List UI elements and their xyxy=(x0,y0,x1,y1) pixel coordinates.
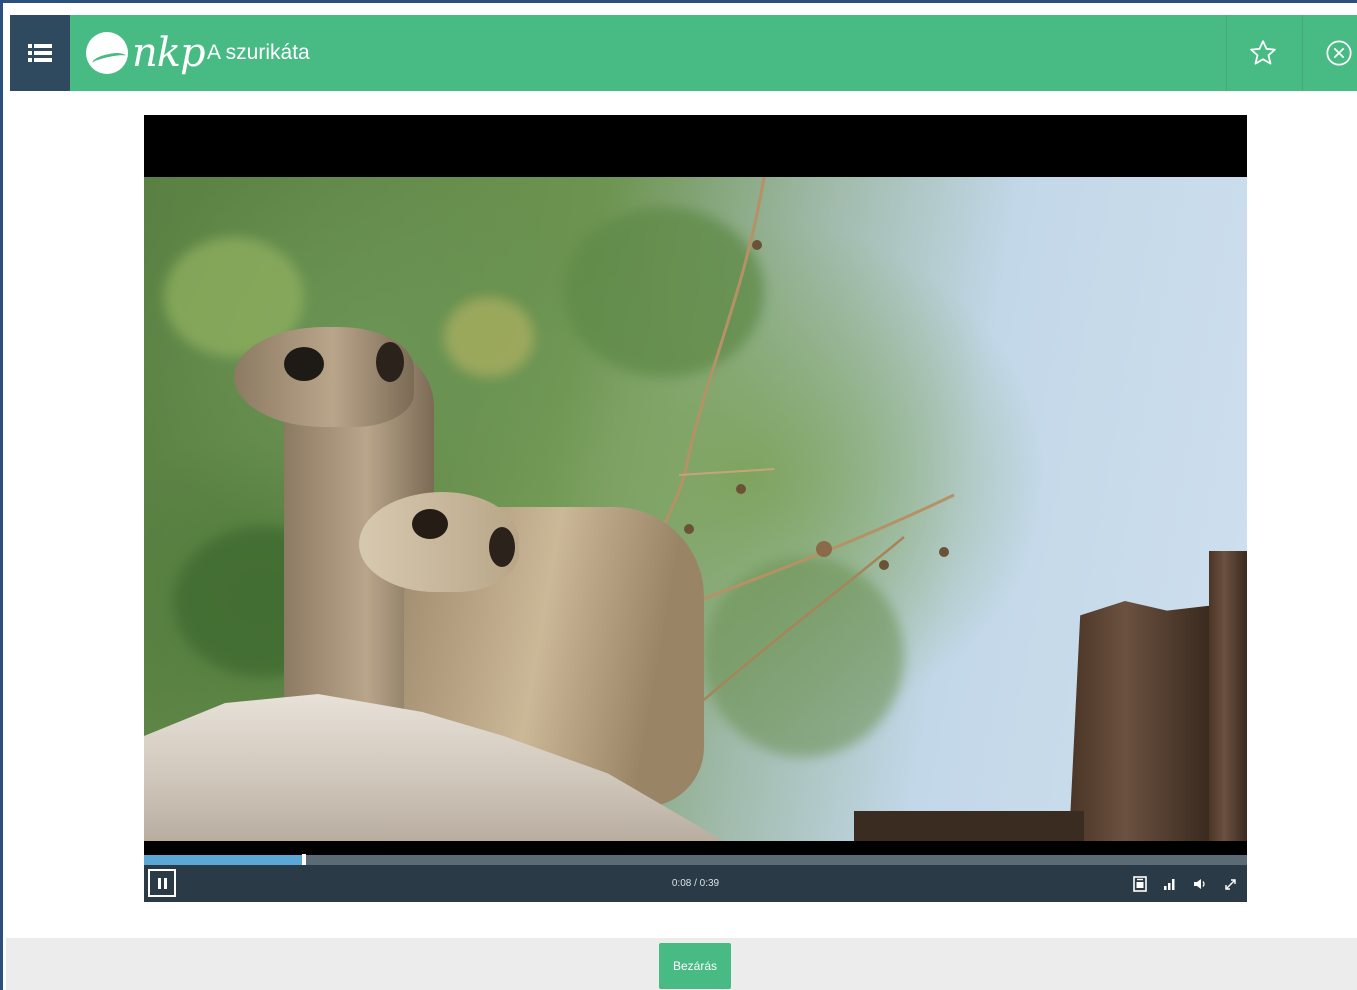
volume-button[interactable] xyxy=(1189,873,1211,895)
meerkat-eye-patch xyxy=(412,509,448,539)
nkp-logo[interactable]: nkp xyxy=(86,29,206,77)
meerkat-eye-patch xyxy=(284,347,324,381)
circle-x-icon xyxy=(1326,40,1352,66)
signal-bars-icon xyxy=(1164,879,1175,890)
logo-text: nkp xyxy=(132,30,206,76)
progress-fill xyxy=(144,855,304,865)
star-outline-icon xyxy=(1250,40,1276,65)
quality-button[interactable] xyxy=(1159,873,1181,895)
subtitles-button[interactable] xyxy=(1129,873,1151,895)
page-title: A szurikáta xyxy=(207,41,310,64)
dialog-footer: Bezárás xyxy=(6,938,1357,990)
list-icon xyxy=(28,44,52,62)
meerkat-ear xyxy=(489,527,515,567)
favorite-button[interactable] xyxy=(1230,15,1296,91)
video-frame[interactable] xyxy=(144,177,1247,841)
progress-bar[interactable] xyxy=(144,854,1247,866)
volume-icon xyxy=(1194,879,1205,889)
topbar-divider xyxy=(1302,15,1303,91)
meerkat-ear xyxy=(376,342,404,382)
cc-icon xyxy=(1133,876,1147,892)
close-button[interactable]: Bezárás xyxy=(659,943,731,989)
time-display: 0:08 / 0:39 xyxy=(144,865,1247,902)
expand-icon xyxy=(1224,878,1236,890)
app-frame: nkp A szurikáta 0:08 / 0:39 Bezárás xyxy=(0,0,1357,990)
top-bar: nkp A szurikáta xyxy=(10,15,1357,91)
video-player: 0:08 / 0:39 xyxy=(144,115,1247,902)
time-display-text: 0:08 / 0:39 xyxy=(671,878,720,889)
fullscreen-button[interactable] xyxy=(1219,873,1241,895)
topbar-divider xyxy=(1226,15,1227,91)
close-window-button[interactable] xyxy=(1306,15,1357,91)
logo-mark xyxy=(86,32,128,74)
menu-button[interactable] xyxy=(10,15,70,91)
pause-icon xyxy=(156,877,168,889)
player-controls: 0:08 / 0:39 xyxy=(144,865,1247,902)
pause-button[interactable] xyxy=(148,869,176,897)
